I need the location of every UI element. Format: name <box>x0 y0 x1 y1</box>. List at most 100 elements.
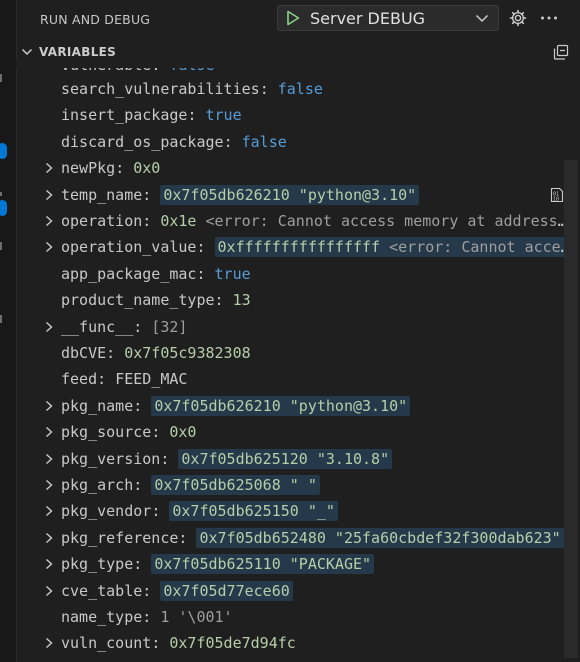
variable-row[interactable]: product_name_type: 13 <box>16 287 580 313</box>
value-highlight: 0x7f05db625150 "_" <box>169 501 338 522</box>
value-highlight: 0xffffffffffffffff <error: Cannot access… <box>214 237 574 258</box>
variable-content: dbCVE: 0x7f05c9382308 <box>61 340 574 366</box>
variable-name: temp_name <box>61 185 143 204</box>
variable-row[interactable]: vuln_count: 0x7f05de7d94fc <box>16 630 580 656</box>
chevron-right-icon[interactable] <box>42 472 56 498</box>
chevron-right-icon[interactable] <box>42 314 56 340</box>
chevron-right-icon[interactable] <box>42 551 56 577</box>
variable-content: insert_package: true <box>61 102 574 128</box>
gear-icon[interactable] <box>508 8 528 28</box>
variable-separator: : <box>97 370 107 389</box>
variable-separator: : <box>106 344 116 362</box>
variable-separator: : <box>142 185 152 204</box>
activity-badge[interactable] <box>0 143 7 159</box>
variable-row[interactable]: operation_value: 0xffffffffffffffff <err… <box>16 234 580 260</box>
variable-row[interactable]: pkg_version: 0x7f05db625120 "3.10.8" <box>16 446 580 472</box>
variable-value: 0x7f05de7d94fc <box>169 634 296 653</box>
variable-row[interactable]: dbCVE: 0x7f05c9382308 <box>16 340 580 366</box>
variable-value: true <box>205 106 242 125</box>
chevron-right-icon[interactable] <box>42 419 56 445</box>
variable-value: false <box>277 80 323 98</box>
chevron-down-icon[interactable] <box>21 47 37 57</box>
variable-value: 0x0 <box>133 159 161 178</box>
variable-row[interactable]: search_vulnerabilities: false <box>16 76 580 102</box>
variable-name: product_name_type <box>61 291 215 310</box>
variable-separator: : <box>151 502 161 521</box>
chevron-right-icon[interactable] <box>42 525 56 551</box>
ellipsis-icon[interactable] <box>539 8 559 28</box>
collapse-all-icon[interactable] <box>552 43 570 61</box>
value-highlight: 0x7f05db652480 "25fa60cbdef32f300dab623" <box>196 527 564 548</box>
variable-row[interactable]: pkg_reference: 0x7f05db652480 "25fa60cbd… <box>16 525 580 551</box>
variable-row[interactable]: app_package_mac: true <box>16 261 580 287</box>
chevron-right-icon[interactable] <box>42 208 56 234</box>
variable-row[interactable]: name_type: 1 '\001' <box>16 604 580 630</box>
variable-separator: : <box>223 132 233 151</box>
variable-name: __func__ <box>61 317 134 336</box>
variable-name: name_type <box>61 608 143 626</box>
variable-value: 0x7f05c9382308 <box>124 344 251 362</box>
variable-row[interactable]: feed: FEED_MAC <box>16 366 580 392</box>
chevron-right-icon[interactable] <box>42 578 56 604</box>
variable-error: <error: Cannot access memory at address … <box>389 238 574 257</box>
variable-separator: : <box>196 238 206 257</box>
variable-content: pkg_arch: 0x7f05db625068 " " <box>61 472 574 498</box>
variable-value: 13 <box>232 291 251 310</box>
activity-marker <box>0 242 2 250</box>
value-highlight: 0x7f05db625068 " " <box>151 475 320 495</box>
variable-value: false <box>241 132 287 151</box>
variables-section-header[interactable]: VARIABLES <box>16 40 580 64</box>
variable-name: operation <box>61 212 143 230</box>
variable-value: 0x7f05db625150 "_" <box>172 502 335 521</box>
variable-row[interactable]: cve_table: 0x7f05d77ece60 <box>16 578 580 604</box>
variables-tree: vulnerable: false search_vulnerabilities… <box>16 64 580 662</box>
variable-row[interactable]: insert_package: true <box>16 102 580 128</box>
variable-value: 0x7f05db625068 " " <box>154 476 317 494</box>
variable-separator: : <box>133 317 143 336</box>
chevron-right-icon[interactable] <box>42 234 56 260</box>
chevron-right-icon[interactable] <box>42 630 56 656</box>
variable-row[interactable]: pkg_vendor: 0x7f05db625150 "_" <box>16 498 580 524</box>
chevron-right-icon[interactable] <box>42 155 56 181</box>
variable-row[interactable]: discard_os_package: false <box>16 129 580 155</box>
activity-badge[interactable] <box>0 200 7 216</box>
value-highlight: 0x7f05db626210 "python@3.10" <box>151 395 411 416</box>
scrollbar[interactable] <box>564 160 578 658</box>
variable-content: pkg_vendor: 0x7f05db625150 "_" <box>61 498 574 524</box>
variable-row[interactable]: pkg_type: 0x7f05db625110 "PACKAGE" <box>16 551 580 577</box>
debug-config-select[interactable]: Server DEBUG <box>277 5 499 31</box>
variable-content: product_name_type: 13 <box>61 287 574 313</box>
variable-content: pkg_type: 0x7f05db625110 "PACKAGE" <box>61 551 574 577</box>
variable-row[interactable]: newPkg: 0x0 <box>16 155 580 181</box>
chevron-down-icon[interactable] <box>472 8 492 28</box>
debug-config-name: Server DEBUG <box>310 8 426 28</box>
variable-name: discard_os_package <box>61 132 224 151</box>
play-icon[interactable] <box>284 9 302 27</box>
variable-separator: : <box>196 264 206 283</box>
chevron-right-icon[interactable] <box>42 446 56 472</box>
chevron-right-icon[interactable] <box>42 182 56 208</box>
variable-content: name_type: 1 '\001' <box>61 604 574 630</box>
variable-name: vuln_count <box>61 634 152 653</box>
variable-row[interactable]: operation: 0x1e <error: Cannot access me… <box>16 208 580 234</box>
variable-row[interactable]: temp_name: 0x7f05db626210 "python@3.10" <box>16 182 580 208</box>
variable-name: search_vulnerabilities <box>61 80 260 98</box>
chevron-right-icon[interactable] <box>42 393 56 419</box>
activity-marker <box>0 192 2 196</box>
view-binary-data-icon[interactable]: 01 10 <box>548 186 566 204</box>
variable-name: pkg_name <box>61 396 134 415</box>
variable-row[interactable]: __func__: [32] <box>16 314 580 340</box>
variable-separator: : <box>133 476 143 494</box>
chevron-right-icon[interactable] <box>42 498 56 524</box>
variable-name: feed <box>61 370 98 389</box>
svg-text:10: 10 <box>553 197 559 203</box>
variable-row[interactable]: pkg_name: 0x7f05db626210 "python@3.10" <box>16 393 580 419</box>
variable-value: true <box>214 264 251 283</box>
variable-name: insert_package <box>61 106 188 125</box>
variable-value: [32] <box>151 317 188 336</box>
variable-separator: : <box>160 449 170 468</box>
variable-row[interactable]: pkg_arch: 0x7f05db625068 " " <box>16 472 580 498</box>
variable-row[interactable]: pkg_source: 0x0 <box>16 419 580 445</box>
variable-content: search_vulnerabilities: false <box>61 76 574 102</box>
variable-value: 0x0 <box>169 423 197 442</box>
